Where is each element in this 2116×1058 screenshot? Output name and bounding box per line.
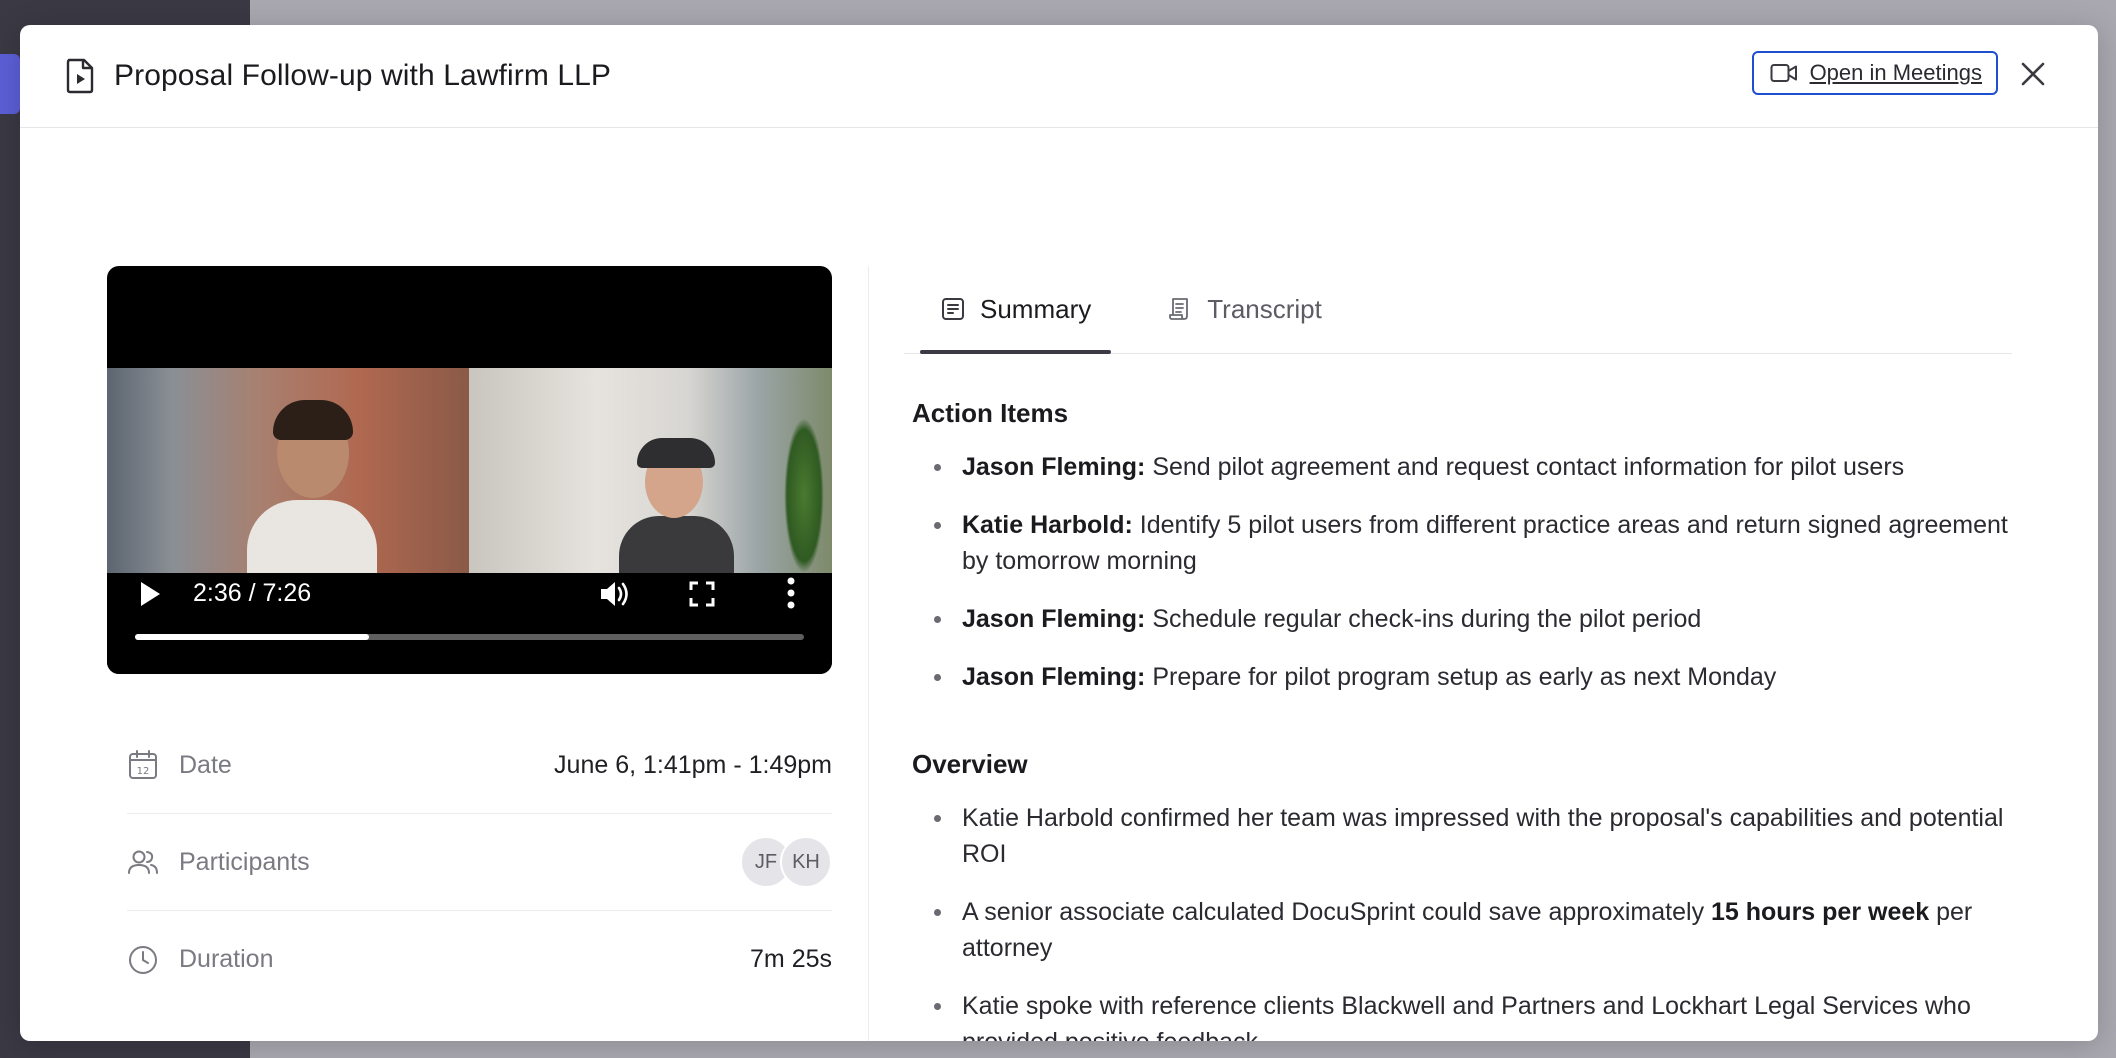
date-value: June 6, 1:41pm - 1:49pm [554, 750, 832, 779]
summary-panel: Summary Transcript Action Items Jason Fl… [904, 266, 2012, 1041]
date-row: 12 Date June 6, 1:41pm - 1:49pm [127, 717, 832, 814]
duration-row: Duration 7m 25s [127, 911, 832, 1008]
open-in-meetings-label: Open in Meetings [1809, 60, 1982, 85]
list-item: Katie spoke with reference clients Black… [932, 988, 2012, 1041]
column-divider [868, 266, 869, 1041]
list-item: Katie Harbold: Identify 5 pilot users fr… [932, 507, 2012, 579]
background-active-item [0, 54, 20, 114]
assignee-name: Jason Fleming: [962, 663, 1146, 691]
list-item: Jason Fleming: Schedule regular check-in… [932, 601, 2012, 637]
volume-icon[interactable] [599, 579, 631, 609]
action-items-list: Jason Fleming: Send pilot agreement and … [904, 449, 2012, 695]
avatar[interactable]: KH [780, 836, 832, 888]
person-figure [619, 438, 734, 576]
modal-body: 2:36 / 7:26 12 Date June 6, 1:41pm - 1:4… [20, 128, 2098, 1041]
person-cap [637, 438, 715, 468]
video-progress-fill [135, 634, 370, 640]
list-item: Jason Fleming: Send pilot agreement and … [932, 449, 2012, 485]
action-text: Send pilot agreement and request contact… [1145, 453, 1905, 481]
fullscreen-icon[interactable] [689, 581, 715, 607]
calendar-icon: 12 [129, 750, 157, 779]
overview-list: Katie Harbold confirmed her team was imp… [904, 800, 2012, 1041]
list-item: Jason Fleming: Prepare for pilot program… [932, 659, 2012, 695]
tab-bar: Summary Transcript [904, 266, 2012, 354]
meeting-modal: Proposal Follow-up with Lawfirm LLP Open… [20, 25, 2098, 1041]
overview-text: A senior associate calculated DocuSprint… [962, 898, 1712, 926]
video-frame[interactable] [107, 368, 832, 580]
tab-summary[interactable]: Summary [920, 265, 1112, 354]
assignee-name: Jason Fleming: [962, 605, 1146, 633]
person-body [619, 516, 734, 576]
modal-header: Proposal Follow-up with Lawfirm LLP Open… [20, 25, 2098, 128]
play-icon[interactable] [139, 581, 161, 607]
video-participant-right [469, 368, 832, 576]
video-camera-icon [1770, 64, 1797, 82]
action-text: Prepare for pilot program setup as early… [1145, 663, 1777, 691]
video-controls: 2:36 / 7:26 [107, 573, 832, 674]
person-body [247, 500, 377, 580]
participants-row: Participants JF KH [127, 814, 832, 911]
participant-avatars: JF KH [740, 836, 832, 888]
overview-text: Katie spoke with reference clients Black… [962, 992, 1971, 1041]
person-hair [273, 400, 353, 440]
list-item: A senior associate calculated DocuSprint… [932, 894, 2012, 966]
video-time: 2:36 / 7:26 [193, 579, 312, 607]
close-icon[interactable] [2020, 61, 2046, 87]
assignee-name: Jason Fleming: [962, 453, 1146, 481]
transcript-icon [1169, 298, 1189, 320]
video-participant-left [107, 368, 469, 580]
tab-transcript-label: Transcript [1207, 293, 1322, 324]
overview-text: Katie Harbold confirmed her team was imp… [962, 804, 2004, 868]
action-text: Schedule regular check-ins during the pi… [1145, 605, 1702, 633]
more-options-icon[interactable] [787, 577, 795, 609]
duration-label: Duration [179, 945, 274, 973]
assignee-name: Katie Harbold: [962, 511, 1133, 539]
video-player[interactable]: 2:36 / 7:26 [107, 266, 832, 674]
modal-title: Proposal Follow-up with Lawfirm LLP [114, 59, 612, 92]
person-figure [247, 400, 377, 580]
svg-text:12: 12 [137, 766, 150, 777]
list-item: Katie Harbold confirmed her team was imp… [932, 800, 2012, 872]
date-label: Date [179, 750, 232, 779]
clock-icon [129, 945, 157, 974]
action-items-title: Action Items [912, 398, 1069, 428]
duration-value: 7m 25s [750, 945, 832, 973]
plant [784, 418, 824, 573]
tab-summary-label: Summary [980, 293, 1092, 324]
open-in-meetings-button[interactable]: Open in Meetings [1751, 51, 1998, 95]
video-file-icon [66, 58, 94, 94]
users-icon [128, 850, 158, 874]
video-progress-bar[interactable] [135, 634, 804, 640]
summary-icon [942, 298, 964, 320]
tab-transcript[interactable]: Transcript [1147, 265, 1342, 353]
meeting-details: 12 Date June 6, 1:41pm - 1:49pm Particip… [127, 717, 832, 1008]
overview-highlight: 15 hours per week [1711, 898, 1930, 926]
overview-title: Overview [912, 749, 1028, 779]
participants-label: Participants [179, 847, 310, 876]
